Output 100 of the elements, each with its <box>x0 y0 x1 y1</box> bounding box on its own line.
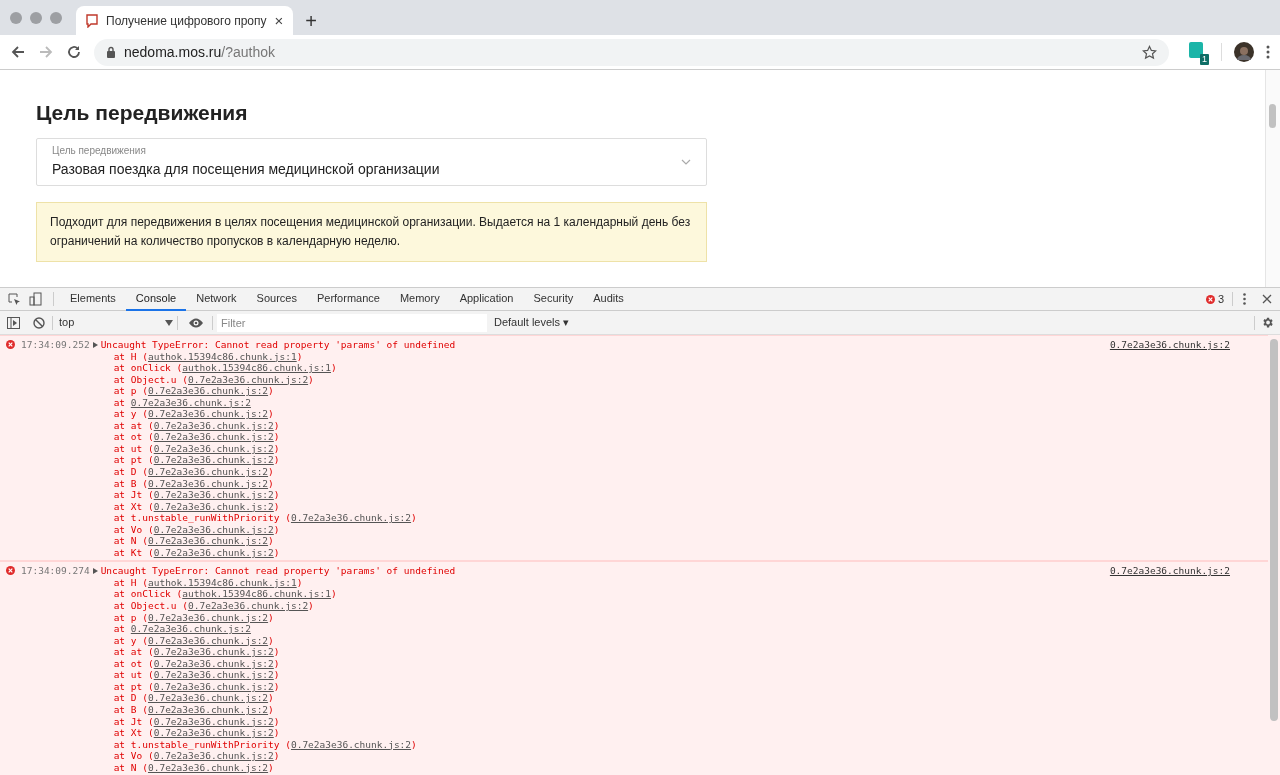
stack-frame-paren: ) <box>273 680 280 693</box>
error-message: Uncaught TypeError: Cannot read property 'params' of undefined <box>100 339 457 351</box>
error-icon <box>1205 294 1215 304</box>
devtools-tab[interactable]: Security <box>523 288 584 311</box>
back-icon[interactable] <box>10 44 26 60</box>
source-link[interactable]: 0.7e2a3e36.chunk.js:2 <box>153 442 274 455</box>
source-link[interactable]: authok.15394c86.chunk.js:1 <box>182 362 331 374</box>
source-link[interactable]: 0.7e2a3e36.chunk.js:2 <box>147 703 269 716</box>
stack-frame-paren: ) <box>273 715 280 728</box>
filter-field[interactable]: Filter <box>217 313 487 332</box>
error-icon <box>6 340 15 349</box>
source-link[interactable]: 0.7e2a3e36.chunk.js:2 <box>290 512 412 524</box>
devtools-tab[interactable]: Elements <box>60 288 126 311</box>
close-icon[interactable] <box>1262 294 1272 304</box>
stack-frame-text: at p ( <box>113 611 148 624</box>
source-link[interactable]: authok.15394c86.chunk.js:1 <box>147 576 297 589</box>
stack-frame-paren: ) <box>273 750 280 762</box>
stack-frame-text: at D ( <box>113 466 148 478</box>
source-link[interactable]: 0.7e2a3e36.chunk.js:2 <box>153 646 274 658</box>
source-link[interactable]: 0.7e2a3e36.chunk.js:2 <box>153 419 274 432</box>
expand-triangle-icon[interactable] <box>92 342 98 348</box>
sidebar-toggle-icon[interactable] <box>7 316 20 329</box>
source-link[interactable]: authok.15394c86.chunk.js:1 <box>182 588 331 601</box>
stack-frame-paren: ) <box>273 454 280 466</box>
stack-frame-text: at Object.u ( <box>113 373 188 386</box>
devtools-tab[interactable]: Application <box>449 288 524 311</box>
browser-tab[interactable]: Получение цифрового пропу × <box>76 6 294 35</box>
reload-icon[interactable] <box>66 44 82 60</box>
source-link[interactable]: 0.7e2a3e36.chunk.js:2 <box>188 373 309 386</box>
devtools-tab[interactable]: Performance <box>306 288 390 311</box>
stack-frame-paren: ) <box>268 703 274 716</box>
source-link[interactable]: 0.7e2a3e36.chunk.js:2 <box>153 715 274 728</box>
expand-triangle-icon[interactable] <box>92 568 98 575</box>
section-heading: Цель передвижения <box>36 100 249 126</box>
stack-frame-paren: ) <box>331 362 337 374</box>
error-counter[interactable]: 3 <box>1205 290 1224 308</box>
source-link[interactable]: authok.15394c86.chunk.js:1 <box>147 350 297 363</box>
address-bar[interactable]: nedoma.mos.ru/?authok <box>94 38 1169 66</box>
source-link[interactable]: 0.7e2a3e36.chunk.js:2 <box>147 385 269 397</box>
stack-frame-paren: ) <box>273 727 280 739</box>
stack-frame-text: at pt ( <box>113 454 154 466</box>
eye-icon[interactable] <box>188 317 204 328</box>
source-link[interactable]: 0.7e2a3e36.chunk.js:2 <box>153 657 274 670</box>
stack-frame-paren: ) <box>273 500 280 513</box>
source-link[interactable]: 0.7e2a3e36.chunk.js:2 <box>147 466 269 478</box>
settings-icon[interactable] <box>1261 316 1274 329</box>
source-link[interactable]: 0.7e2a3e36.chunk.js:2 <box>130 396 251 409</box>
stack-frame-paren: ) <box>268 634 274 647</box>
source-link[interactable]: 0.7e2a3e36.chunk.js:2 <box>188 600 309 612</box>
purpose-select[interactable]: Цель передвижения Разовая поездка для посещения медицинской организации <box>36 138 707 186</box>
source-link[interactable]: 0.7e2a3e36.chunk.js:2 <box>147 408 269 420</box>
source-link[interactable]: 0.7e2a3e36.chunk.js:2 <box>1109 339 1230 351</box>
devtools-tab[interactable]: Network <box>186 288 247 311</box>
source-link[interactable]: 0.7e2a3e36.chunk.js:2 <box>153 727 274 739</box>
notice-box: Подходит для передвижения в целях посещения медицинской организации. Выдается на 1 календарный день без ограничений на количество пропусков в календарную неделю. <box>36 202 707 262</box>
stack-frame-text: at N ( <box>113 535 148 547</box>
source-link[interactable]: 0.7e2a3e36.chunk.js:2 <box>290 738 412 751</box>
page-scrollbar[interactable] <box>1265 70 1280 287</box>
stack-frame-text: at <box>113 396 127 409</box>
source-link[interactable]: 0.7e2a3e36.chunk.js:2 <box>147 477 269 490</box>
stack-frame-paren: ) <box>273 431 280 443</box>
source-link[interactable]: 0.7e2a3e36.chunk.js:2 <box>153 431 274 443</box>
stack-frame-paren: ) <box>296 576 303 589</box>
context-select[interactable]: top <box>53 314 177 331</box>
bookmark-star-icon[interactable] <box>1142 44 1157 60</box>
source-link[interactable]: 0.7e2a3e36.chunk.js:2 <box>147 634 269 647</box>
stack-frame-paren: ) <box>268 477 274 490</box>
source-link[interactable]: 0.7e2a3e36.chunk.js:2 <box>147 761 269 774</box>
stack-frame-paren: ) <box>331 588 337 601</box>
inspect-element-icon[interactable] <box>8 292 21 306</box>
source-link[interactable]: 0.7e2a3e36.chunk.js:2 <box>147 611 269 624</box>
stack-frame-paren: ) <box>308 373 314 386</box>
source-link[interactable]: 0.7e2a3e36.chunk.js:2 <box>153 669 274 681</box>
devtools-tab[interactable]: Memory <box>389 288 450 311</box>
source-link[interactable]: 0.7e2a3e36.chunk.js:2 <box>130 623 251 635</box>
source-link[interactable]: 0.7e2a3e36.chunk.js:2 <box>153 750 274 762</box>
more-options-icon[interactable] <box>1243 293 1246 305</box>
devtools-tab[interactable]: Sources <box>246 288 307 311</box>
source-link[interactable]: 0.7e2a3e36.chunk.js:2 <box>153 680 274 693</box>
source-link[interactable]: 0.7e2a3e36.chunk.js:2 <box>147 692 269 704</box>
source-link[interactable]: 0.7e2a3e36.chunk.js:2 <box>153 489 274 501</box>
log-levels-dropdown[interactable]: Default levels ▾ <box>494 314 570 331</box>
new-tab-button[interactable]: + <box>305 6 317 35</box>
clear-console-icon[interactable] <box>33 316 45 329</box>
source-link[interactable]: 0.7e2a3e36.chunk.js:2 <box>147 535 269 547</box>
source-link[interactable]: 0.7e2a3e36.chunk.js:2 <box>153 523 274 536</box>
source-link[interactable]: 0.7e2a3e36.chunk.js:2 <box>153 500 274 513</box>
stack-frame-text: at onClick ( <box>113 588 183 601</box>
source-link[interactable]: 0.7e2a3e36.chunk.js:2 <box>153 546 274 559</box>
stack-frame-paren: ) <box>273 489 280 501</box>
console-scrollbar[interactable] <box>1268 335 1280 775</box>
source-link[interactable]: 0.7e2a3e36.chunk.js:2 <box>153 454 274 466</box>
devtools-tab[interactable]: Audits <box>583 288 634 311</box>
source-link[interactable]: 0.7e2a3e36.chunk.js:2 <box>1109 565 1230 577</box>
avatar-icon[interactable] <box>1234 42 1254 62</box>
stack-frame-paren: ) <box>273 657 280 670</box>
menu-icon[interactable] <box>1266 45 1270 59</box>
device-toolbar-icon[interactable] <box>29 292 43 306</box>
stack-frame-text: at ot ( <box>113 657 154 670</box>
close-tab-icon[interactable]: × <box>274 13 284 28</box>
